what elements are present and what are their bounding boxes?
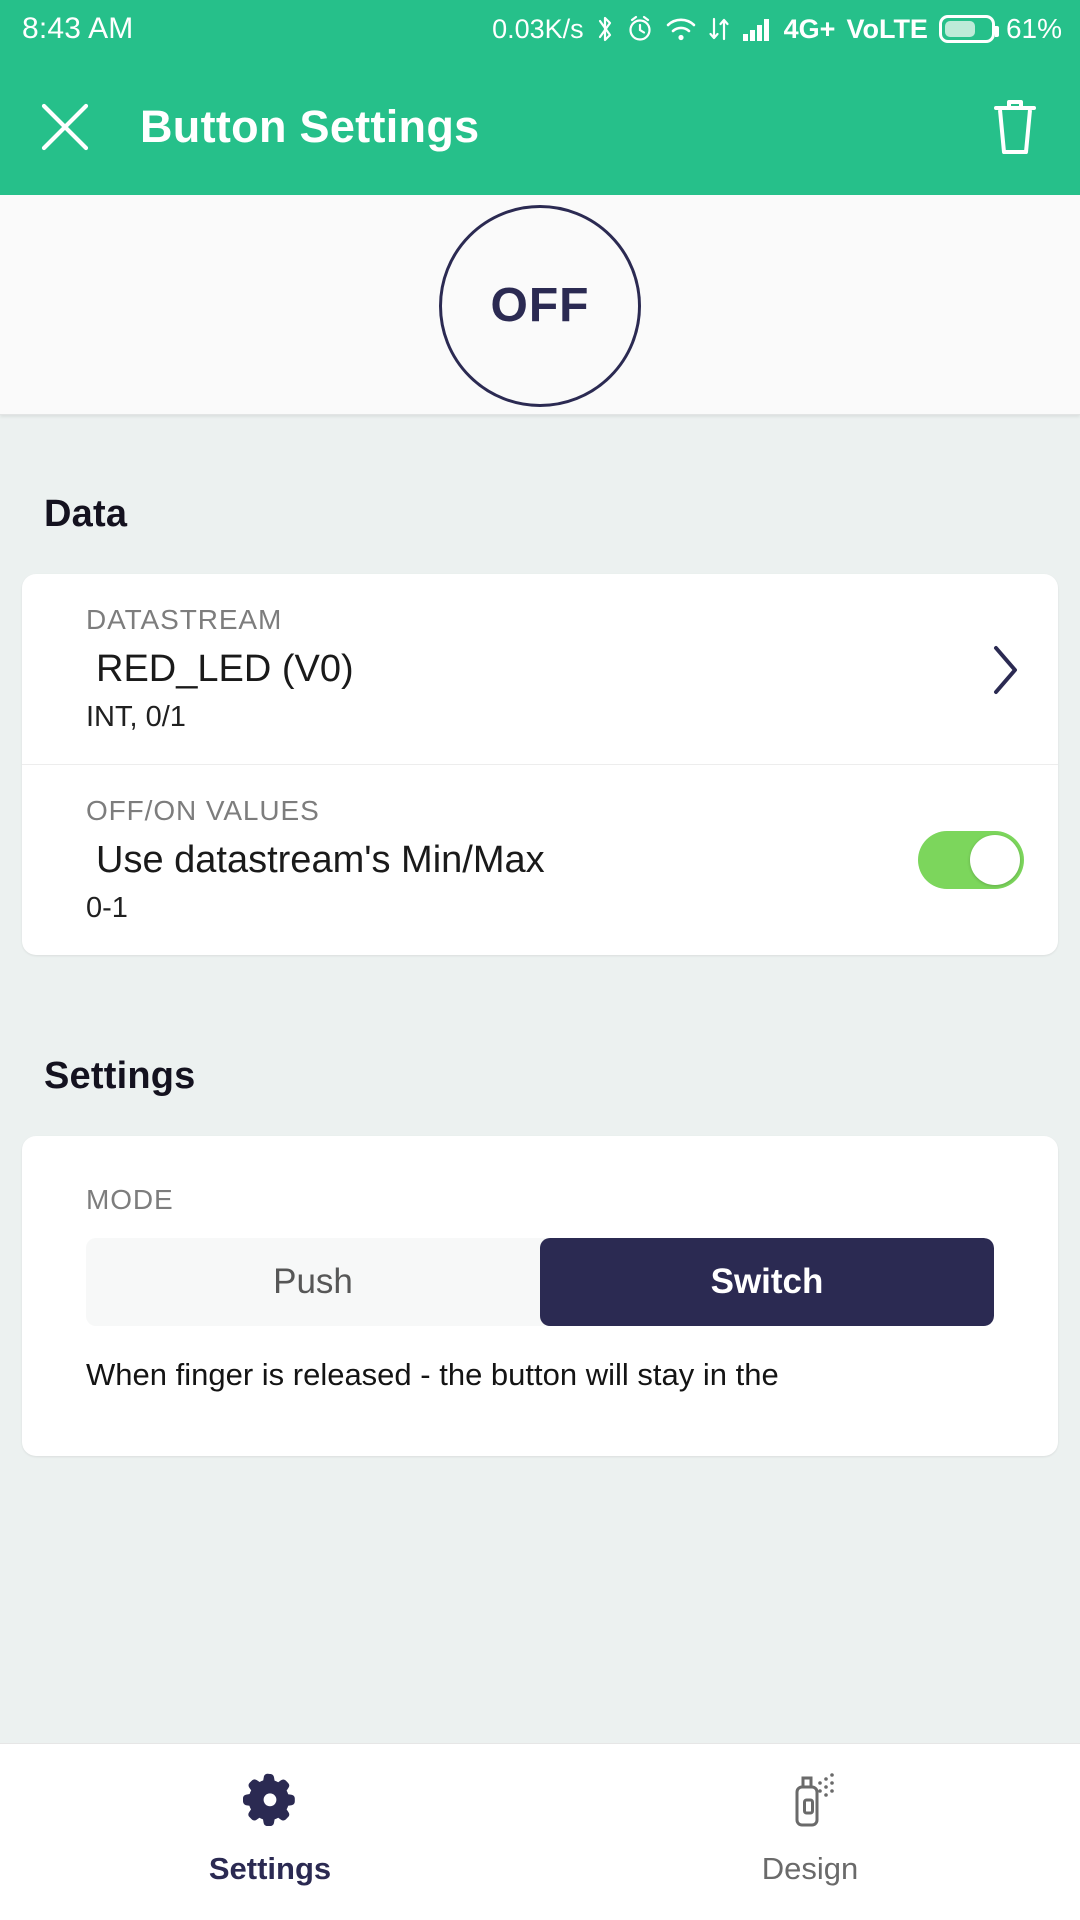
off-on-values-row[interactable]: OFF/ON VALUES Use datastream's Min/Max 0… — [22, 764, 1058, 955]
toggle-knob — [970, 835, 1020, 885]
datastream-sub: INT, 0/1 — [86, 701, 186, 733]
alarm-icon — [626, 14, 654, 44]
network-type-text: 4G+ — [783, 13, 836, 44]
bluetooth-icon — [595, 14, 615, 44]
spray-can-icon — [779, 1770, 841, 1837]
status-indicators: 0.03K/s 4G+ VoLTE 61% — [492, 13, 1062, 45]
datastream-row-content: DATASTREAM RED_LED (V0) INT, 0/1 — [86, 604, 988, 734]
off-on-values-row-content: OFF/ON VALUES Use datastream's Min/Max 0… — [86, 795, 918, 925]
close-icon[interactable] — [36, 98, 94, 156]
battery-icon — [938, 15, 999, 43]
nav-tab-design-label: Design — [761, 1851, 859, 1886]
network-speed-text: 0.03K/s — [492, 13, 584, 44]
datastream-value: RED_LED (V0) — [96, 648, 354, 690]
chevron-right-icon[interactable] — [988, 642, 1022, 703]
settings-section-heading: Settings — [44, 1055, 196, 1097]
mode-option-push[interactable]: Push — [86, 1238, 540, 1326]
button-widget-preview[interactable]: OFF — [439, 204, 641, 407]
nav-tab-design[interactable]: Design — [540, 1770, 1080, 1887]
battery-percent-text: 61% — [1005, 13, 1062, 44]
off-on-values-value: Use datastream's Min/Max — [96, 839, 545, 881]
bottom-navigation: Settings Design — [0, 1743, 1080, 1920]
status-time: 8:43 AM — [22, 12, 134, 45]
settings-card: MODE Push Switch When finger is released… — [22, 1136, 1058, 1456]
phone-screen: 8:43 AM 0.03K/s 4G+ VoLTE 61% Button Set… — [0, 0, 1080, 1920]
off-on-values-label: OFF/ON VALUES — [86, 795, 320, 826]
nav-tab-settings-label: Settings — [208, 1851, 332, 1886]
datastream-label: DATASTREAM — [86, 604, 283, 635]
mode-description: When finger is released - the button wil… — [86, 1357, 779, 1392]
gear-icon — [239, 1770, 301, 1837]
delete-icon[interactable] — [984, 94, 1046, 160]
data-card: DATASTREAM RED_LED (V0) INT, 0/1 OFF/ON … — [22, 574, 1058, 955]
mode-option-switch[interactable]: Switch — [540, 1238, 994, 1326]
wifi-icon — [665, 14, 697, 44]
settings-scroll-area[interactable]: Data DATASTREAM RED_LED (V0) INT, 0/1 OF… — [0, 415, 1080, 1920]
volte-text: VoLTE — [846, 13, 928, 44]
data-transfer-icon — [708, 14, 730, 44]
widget-state-label: OFF — [490, 279, 590, 332]
use-min-max-toggle[interactable] — [918, 831, 1024, 889]
page-title: Button Settings — [140, 100, 480, 152]
off-on-values-sub: 0-1 — [86, 892, 128, 924]
mode-label: MODE — [86, 1184, 174, 1215]
signal-icon — [741, 14, 773, 44]
app-bar: Button Settings — [0, 58, 1080, 195]
status-bar: 8:43 AM 0.03K/s 4G+ VoLTE 61% — [0, 0, 1080, 58]
nav-tab-settings[interactable]: Settings — [0, 1770, 540, 1887]
data-section-heading: Data — [44, 493, 128, 535]
mode-segmented-control: Push Switch — [86, 1238, 994, 1326]
widget-preview-area: OFF — [0, 195, 1080, 415]
datastream-row[interactable]: DATASTREAM RED_LED (V0) INT, 0/1 — [22, 574, 1058, 764]
